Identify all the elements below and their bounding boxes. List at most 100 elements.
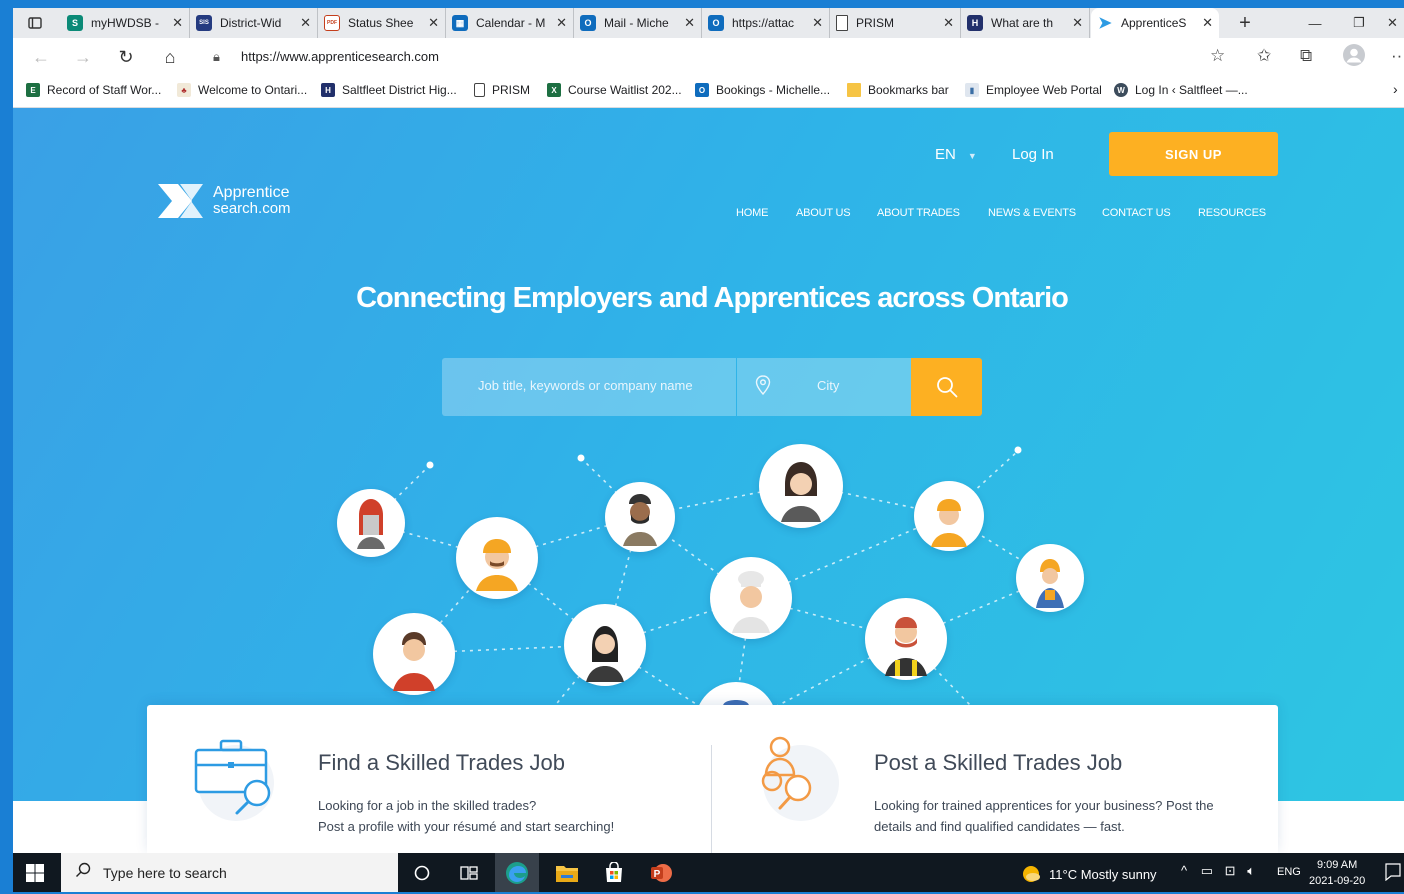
weather-widget[interactable]: 11°C Mostly sunny (1021, 864, 1157, 884)
taskbar-search[interactable] (61, 853, 398, 892)
new-tab-icon[interactable]: + (1223, 8, 1267, 38)
close-tab-icon[interactable]: ✕ (172, 15, 183, 31)
avatar-bearded-worker (605, 482, 675, 552)
people-search-icon (756, 733, 846, 823)
tab-mail[interactable]: O Mail - Miche ✕ (574, 8, 702, 38)
bookmark-bookmarks-bar[interactable]: Bookmarks bar (847, 83, 949, 97)
avatar-woman-black-hair (564, 604, 646, 686)
calendar-icon: ▦ (452, 15, 468, 31)
home-icon[interactable]: ⌂ (156, 44, 184, 70)
tab-actions-icon[interactable] (15, 8, 55, 38)
close-tab-icon[interactable]: ✕ (943, 15, 954, 31)
battery-icon[interactable]: ▭ (1201, 863, 1213, 878)
bookmark-saltfleet-login[interactable]: W Log In ‹ Saltfleet —... (1114, 83, 1248, 97)
notifications-icon[interactable] (1385, 863, 1401, 886)
add-favorite-icon[interactable]: ☆ (1210, 46, 1225, 66)
taskbar-search-input[interactable] (103, 864, 383, 881)
nav-news-events[interactable]: NEWS & EVENTS (988, 207, 1076, 219)
close-tab-icon[interactable]: ✕ (684, 15, 695, 31)
bookmark-prism[interactable]: PRISM (474, 83, 530, 97)
keyword-search-input[interactable] (478, 378, 728, 393)
close-window-icon[interactable]: ✕ (1381, 8, 1404, 38)
system-tray[interactable]: ^ ▭ ⊡ 🔈︎ (1181, 863, 1255, 879)
nav-home[interactable]: HOME (736, 207, 768, 219)
bookmark-bookings[interactable]: O Bookings - Michelle... (695, 83, 830, 97)
wordpress-icon: W (1114, 83, 1128, 97)
action-cards: Find a Skilled Trades Job Looking for a … (147, 705, 1278, 853)
bookmark-course-waitlist[interactable]: X Course Waitlist 202... (547, 83, 682, 97)
tab-calendar[interactable]: ▦ Calendar - M ✕ (446, 8, 574, 38)
excel-icon: X (547, 83, 561, 97)
windows-taskbar: P 11°C Mostly sunny ^ ▭ ⊡ 🔈︎ ENG 9:09 AM… (13, 853, 1404, 892)
more-icon[interactable]: ··· (1391, 46, 1404, 66)
collections-icon[interactable]: ⧉ (1300, 46, 1312, 66)
portal-icon: ▮ (965, 83, 979, 97)
tab-attachment[interactable]: O https://attac ✕ (702, 8, 830, 38)
avatar-hardhat-worker (914, 481, 984, 551)
refresh-icon[interactable]: ↻ (112, 44, 140, 70)
bookmark-employee-portal[interactable]: ▮ Employee Web Portal (965, 83, 1102, 97)
avatar-man-red-shirt (373, 613, 455, 695)
hero-headline: Connecting Employers and Apprentices acr… (356, 282, 1069, 314)
briefcase-search-icon (191, 733, 281, 823)
close-tab-icon[interactable]: ✕ (556, 15, 567, 31)
input-language[interactable]: ENG (1277, 866, 1301, 878)
clock[interactable]: 9:09 AM 2021-09-20 (1309, 857, 1365, 889)
location-pin-icon (755, 375, 771, 400)
close-tab-icon[interactable]: ✕ (1202, 15, 1213, 31)
chevron-up-icon[interactable]: ^ (1181, 863, 1187, 878)
tab-myhwdsb[interactable]: S myHWDSB - ✕ (61, 8, 190, 38)
post-job-card[interactable]: Post a Skilled Trades Job Looking for tr… (712, 705, 1278, 853)
sis-icon: SIS (196, 15, 212, 31)
bookmark-record-staff[interactable]: E Record of Staff Wor... (26, 83, 161, 97)
outlook-icon: O (580, 15, 596, 31)
find-job-card[interactable]: Find a Skilled Trades Job Looking for a … (147, 705, 711, 853)
network-icon[interactable]: ⊡ (1225, 863, 1236, 878)
language-selector[interactable]: EN ▼ (935, 146, 977, 163)
nav-contact-us[interactable]: CONTACT US (1102, 207, 1171, 219)
profile-avatar[interactable] (1343, 44, 1365, 71)
restore-icon[interactable]: ❐ (1337, 8, 1381, 38)
avatar-welder (337, 489, 405, 557)
file-explorer-icon[interactable] (545, 853, 589, 892)
tab-status-sheet[interactable]: PDF Status Shee ✕ (318, 8, 446, 38)
tab-district-wide[interactable]: SIS District-Wid ✕ (190, 8, 318, 38)
close-tab-icon[interactable]: ✕ (1072, 15, 1083, 31)
cortana-icon[interactable] (400, 853, 444, 892)
avatar-chef (710, 557, 792, 639)
windows-start-icon[interactable] (25, 863, 45, 888)
nav-about-us[interactable]: ABOUT US (796, 207, 851, 219)
close-tab-icon[interactable]: ✕ (428, 15, 439, 31)
caret-down-icon: ▼ (967, 151, 977, 161)
back-icon[interactable]: ← (27, 44, 55, 70)
close-tab-icon[interactable]: ✕ (812, 15, 823, 31)
favorites-icon[interactable]: ✩ (1257, 46, 1271, 66)
tab-apprenticesearch[interactable]: ➤ ApprenticeS ✕ (1091, 8, 1219, 38)
close-tab-icon[interactable]: ✕ (300, 15, 311, 31)
login-link[interactable]: Log In (1012, 146, 1054, 163)
apprenticesearch-icon: ➤ (1098, 15, 1112, 32)
search-button[interactable] (911, 358, 982, 416)
store-icon[interactable] (592, 853, 636, 892)
edge-icon[interactable] (495, 853, 539, 892)
nav-resources[interactable]: RESOURCES (1198, 207, 1266, 219)
bookmarks-overflow-icon[interactable]: › (1393, 81, 1398, 97)
powerpoint-icon[interactable]: P (639, 853, 683, 892)
avatar-overalls-worker (1016, 544, 1084, 612)
forward-icon[interactable]: → (69, 44, 97, 70)
volume-icon[interactable]: 🔈︎ (1247, 863, 1255, 878)
signup-button[interactable]: SIGN UP (1109, 132, 1278, 176)
minimize-icon[interactable]: — (1293, 8, 1337, 38)
address-toolbar: ← → ↻ ⌂ 🔒︎ https://www.apprenticesearch.… (13, 38, 1404, 76)
city-search-input[interactable] (817, 378, 907, 393)
tab-what-are[interactable]: H What are th ✕ (961, 8, 1090, 38)
tab-prism[interactable]: PRISM ✕ (830, 8, 961, 38)
lock-icon[interactable]: 🔒︎ (213, 49, 220, 65)
address-field[interactable]: https://www.apprenticesearch.com (241, 49, 439, 64)
sun-cloud-icon (1023, 866, 1040, 882)
nav-about-trades[interactable]: ABOUT TRADES (877, 207, 960, 219)
bookmark-saltfleet[interactable]: H Saltfleet District Hig... (321, 83, 457, 97)
folder-icon (847, 83, 861, 97)
task-view-icon[interactable] (447, 853, 491, 892)
bookmark-welcome-ontario[interactable]: ♣ Welcome to Ontari... (177, 83, 307, 97)
